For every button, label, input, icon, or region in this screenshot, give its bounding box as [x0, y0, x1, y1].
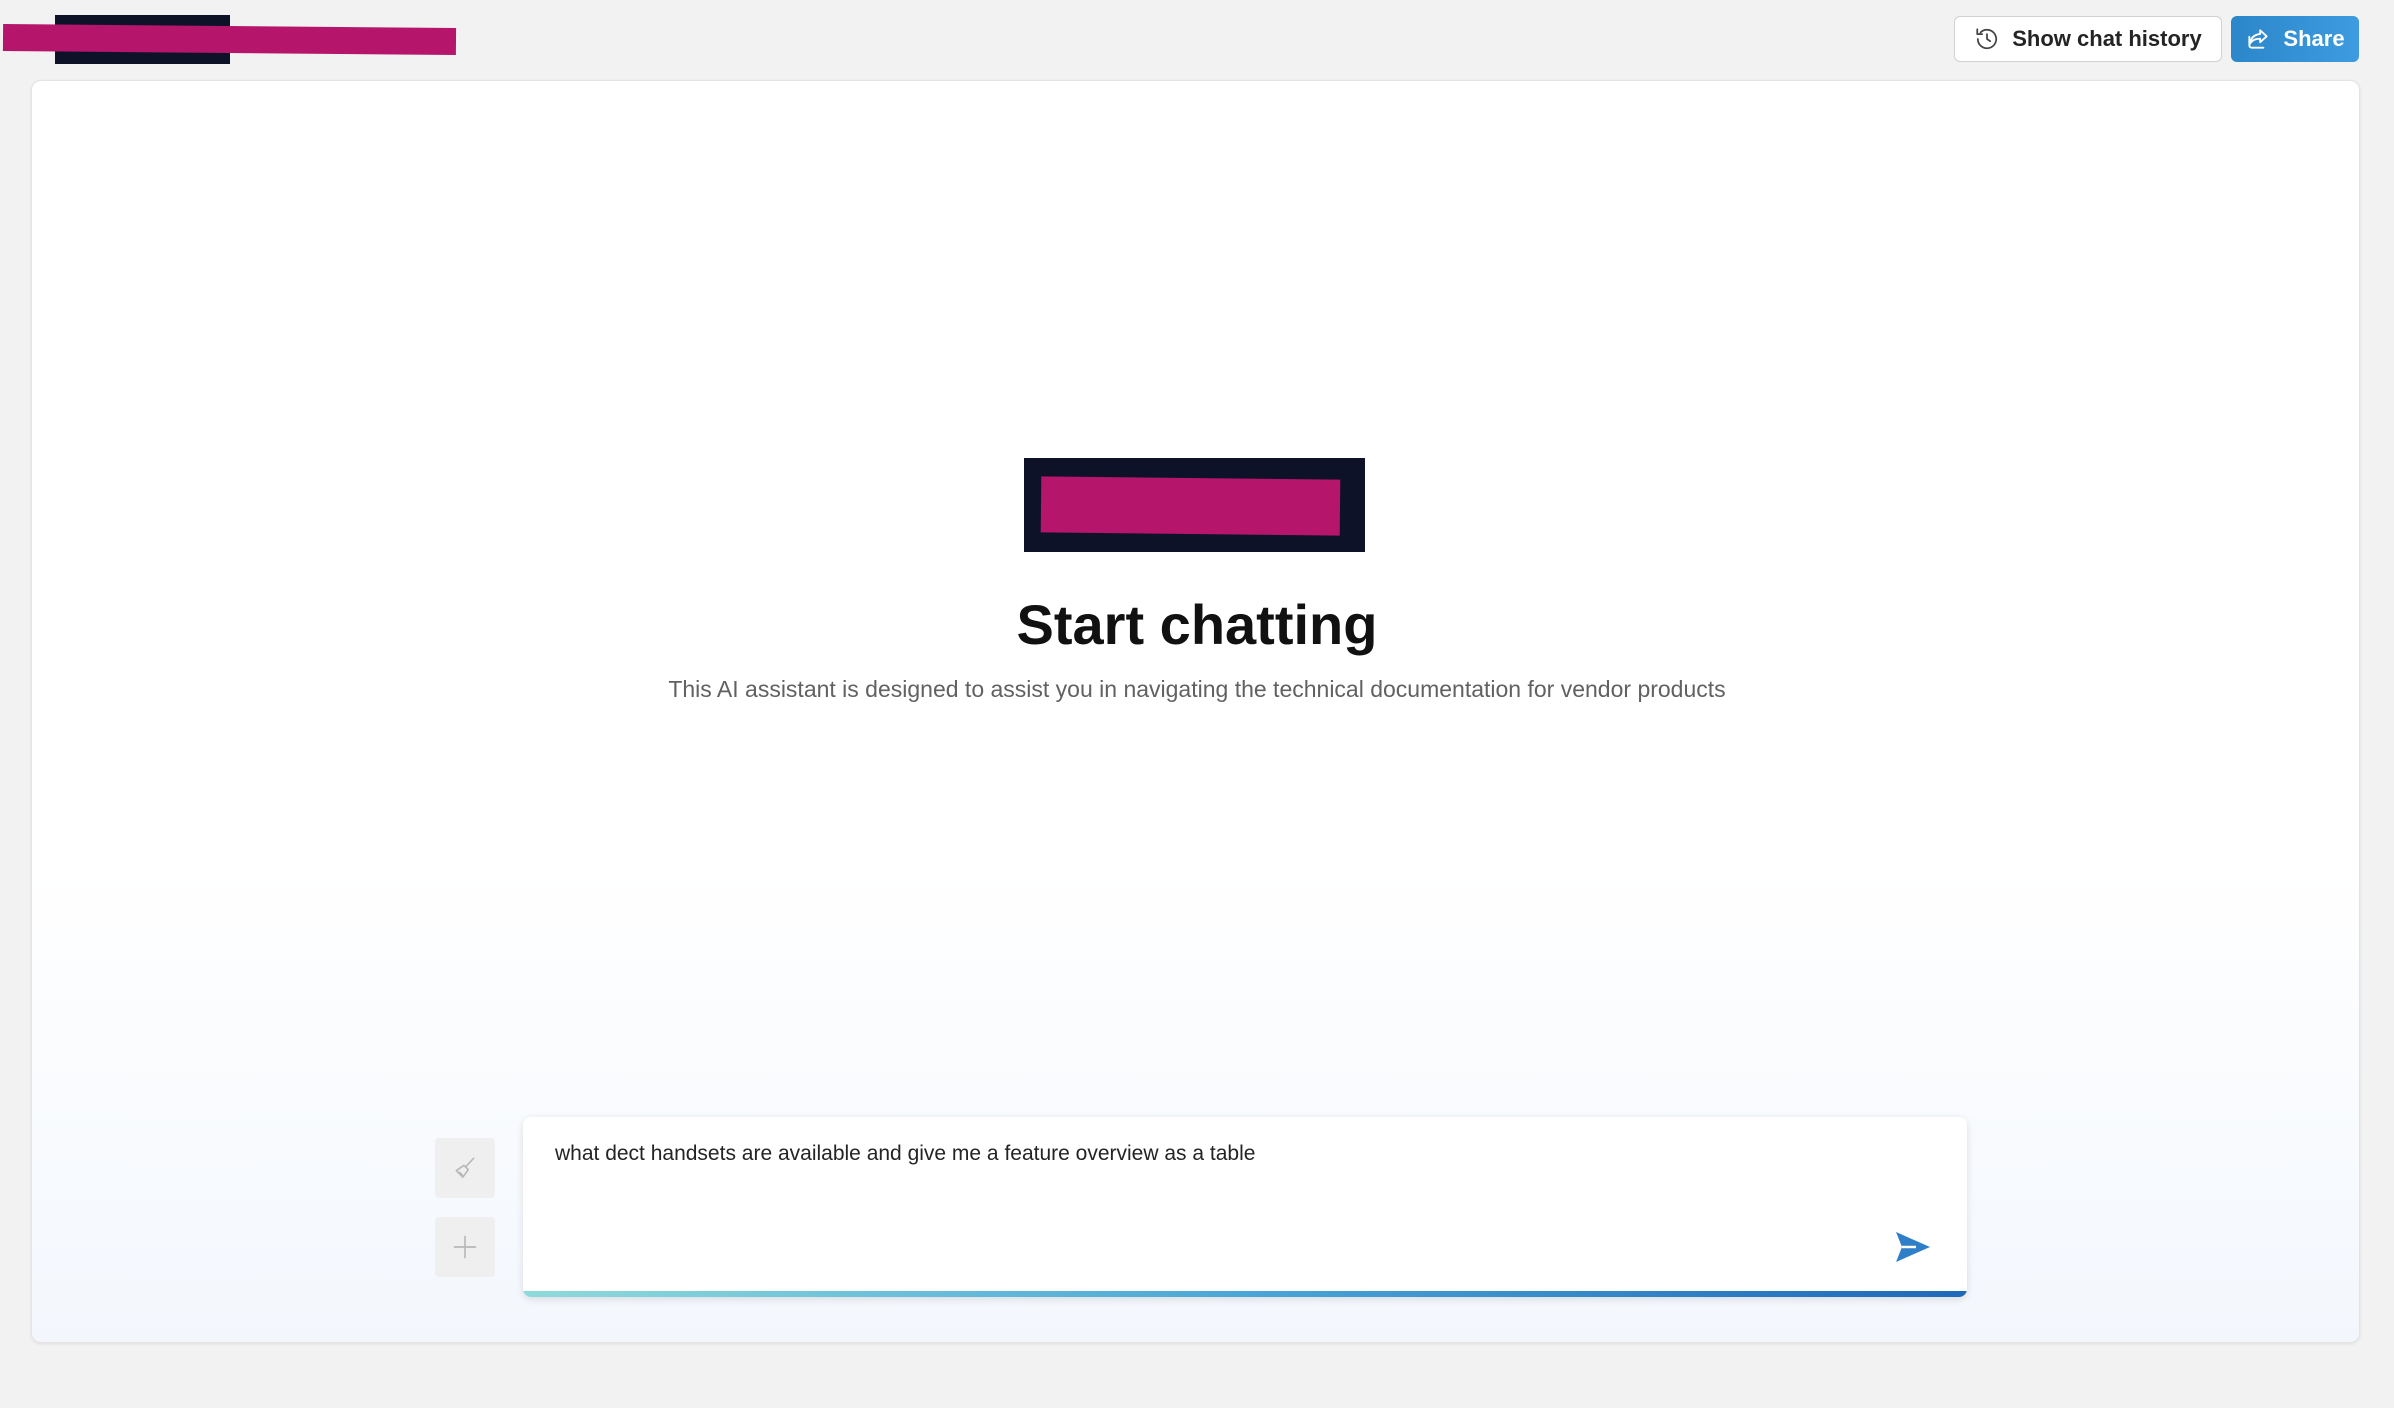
share-button[interactable]: Share	[2231, 16, 2359, 62]
history-icon	[1974, 26, 2000, 52]
broom-icon	[452, 1155, 478, 1181]
send-icon	[1894, 1230, 1932, 1264]
clear-chat-button[interactable]	[435, 1138, 495, 1198]
share-icon	[2245, 26, 2271, 52]
show-chat-history-button[interactable]: Show chat history	[1954, 16, 2222, 62]
header-redaction	[2, 24, 457, 55]
page-subtitle: This AI assistant is designed to assist …	[668, 676, 1726, 702]
app-window: GPT Show chat history Share Start chatti…	[0, 0, 2394, 1408]
send-button[interactable]	[1888, 1222, 1938, 1272]
page-title: Start chatting	[1016, 593, 1378, 656]
share-label: Share	[2283, 26, 2345, 51]
chat-input[interactable]: what dect handsets are available and giv…	[553, 1137, 1857, 1251]
chat-input-underline	[523, 1291, 1967, 1297]
chat-input-box: what dect handsets are available and giv…	[523, 1117, 1967, 1297]
show-chat-history-label: Show chat history	[2012, 26, 2202, 51]
new-chat-button[interactable]	[435, 1217, 495, 1277]
center-logo-redaction	[1040, 476, 1341, 536]
plus-icon	[451, 1233, 479, 1261]
